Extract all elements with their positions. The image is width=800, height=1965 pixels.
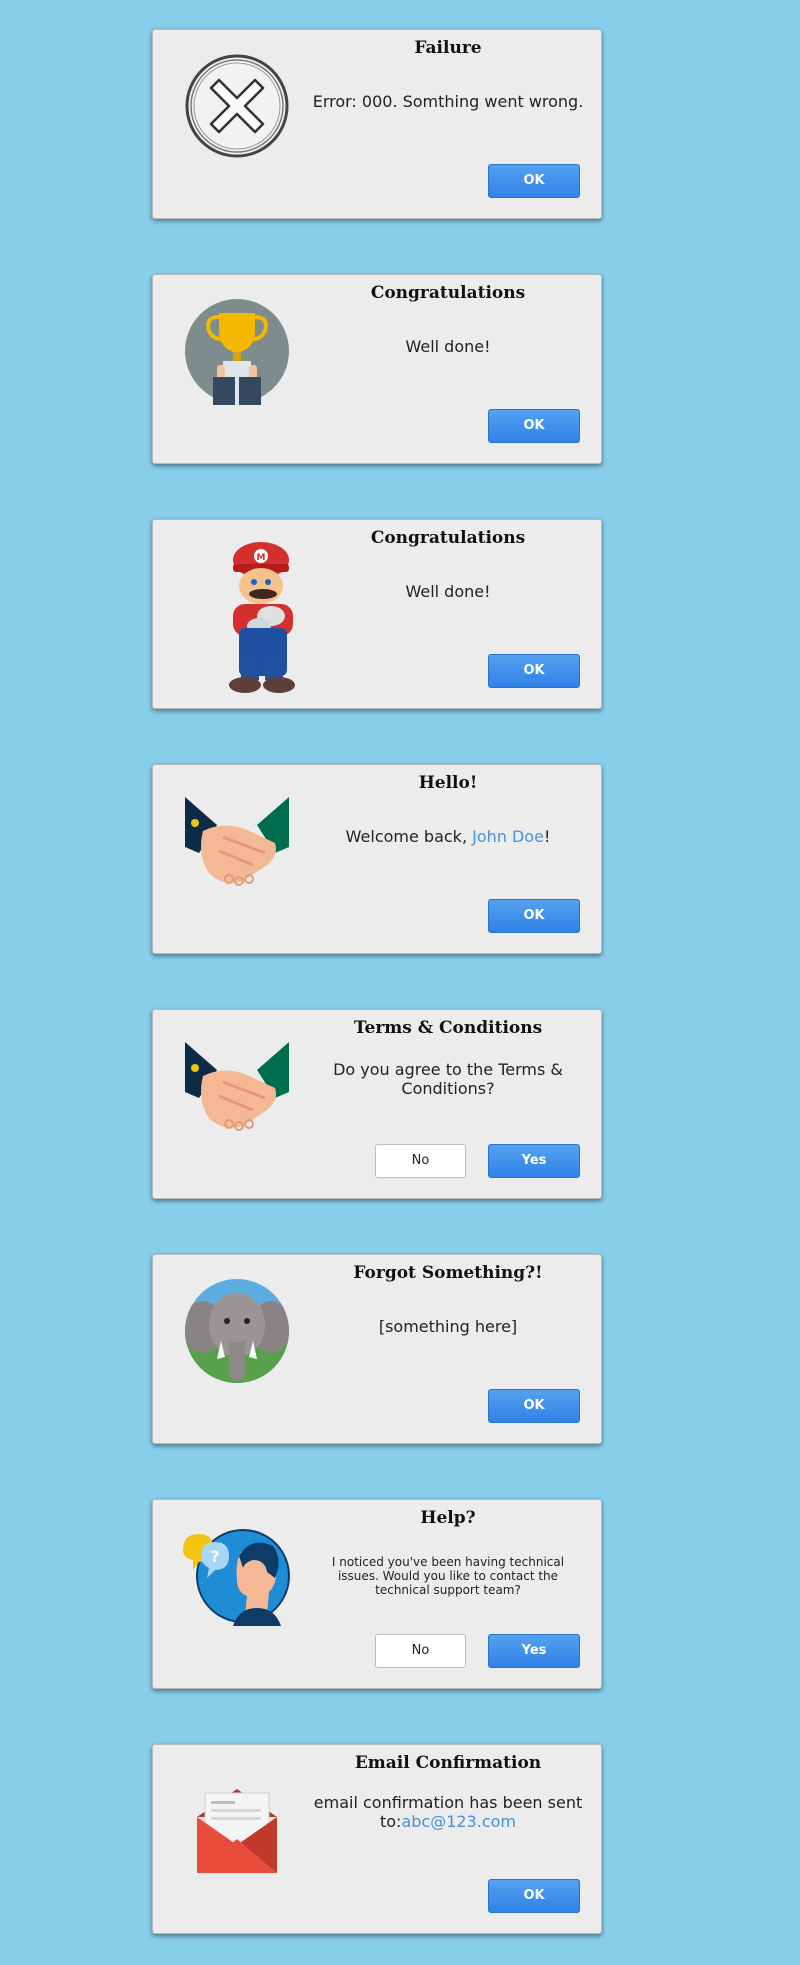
email-confirmation-dialog: Email Confirmation email confirmation ha…: [152, 1744, 602, 1934]
dialog-title: Congratulations: [370, 283, 526, 303]
elephant-icon: [183, 1277, 291, 1385]
message-suffix: !: [543, 827, 551, 846]
dialog-message: Welcome back, John Doe!: [303, 827, 593, 846]
dialog-title: Terms & Conditions: [353, 1018, 543, 1038]
dialog-title: Congratulations: [370, 528, 526, 548]
yes-button[interactable]: Yes: [488, 1144, 580, 1178]
handshake-icon: [183, 1040, 291, 1148]
failure-dialog: Failure Error: 000. Somthing went wrong.…: [152, 29, 602, 219]
yes-button[interactable]: Yes: [488, 1634, 580, 1668]
envelope-icon: [183, 1773, 291, 1881]
dialog-title: Failure: [414, 38, 482, 58]
ok-button[interactable]: OK: [488, 899, 580, 933]
dialog-message: Well done!: [405, 582, 491, 601]
no-button[interactable]: No: [375, 1634, 466, 1668]
dialog-title: Email Confirmation: [354, 1753, 542, 1773]
dialog-title: Hello!: [418, 773, 478, 793]
svg-text:?: ?: [210, 1547, 219, 1566]
dialog-message: Well done!: [405, 337, 491, 356]
message-prefix: Welcome back,: [345, 827, 473, 846]
error-x-icon: [183, 52, 291, 160]
hello-dialog: Hello! Welcome back, John Doe! OK: [152, 764, 602, 954]
no-button[interactable]: No: [375, 1144, 466, 1178]
handshake-icon: [183, 795, 291, 903]
svg-text:M: M: [257, 553, 266, 563]
trophy-icon: [183, 297, 291, 405]
dialog-message: I noticed you've been having technical i…: [331, 1555, 565, 1597]
terms-dialog: Terms & Conditions Do you agree to the T…: [152, 1009, 602, 1199]
support-person-icon: ?: [183, 1522, 291, 1630]
dialog-message: Error: 000. Somthing went wrong.: [312, 92, 584, 111]
ok-button[interactable]: OK: [488, 1389, 580, 1423]
ok-button[interactable]: OK: [488, 1879, 580, 1913]
ok-button[interactable]: OK: [488, 409, 580, 443]
ok-button[interactable]: OK: [488, 654, 580, 688]
ok-button[interactable]: OK: [488, 164, 580, 198]
dialog-title: Help?: [420, 1508, 476, 1528]
congratulations-character-dialog: M Congratulations Well done! OK: [152, 519, 602, 709]
dialog-title: Forgot Something?!: [353, 1263, 543, 1283]
email-address: abc@123.com: [401, 1812, 516, 1831]
help-dialog: ? Help? I noticed you've been having tec…: [152, 1499, 602, 1689]
dialog-message: [something here]: [378, 1317, 518, 1336]
mario-character-icon: M: [219, 542, 309, 697]
dialog-message: email confirmation has been sent to:abc@…: [303, 1793, 593, 1831]
congratulations-trophy-dialog: Congratulations Well done! OK: [152, 274, 602, 464]
forgot-something-dialog: Forgot Something?! [something here] OK: [152, 1254, 602, 1444]
user-name: John Doe: [472, 827, 544, 846]
dialog-message: Do you agree to the Terms & Conditions?: [333, 1060, 563, 1098]
